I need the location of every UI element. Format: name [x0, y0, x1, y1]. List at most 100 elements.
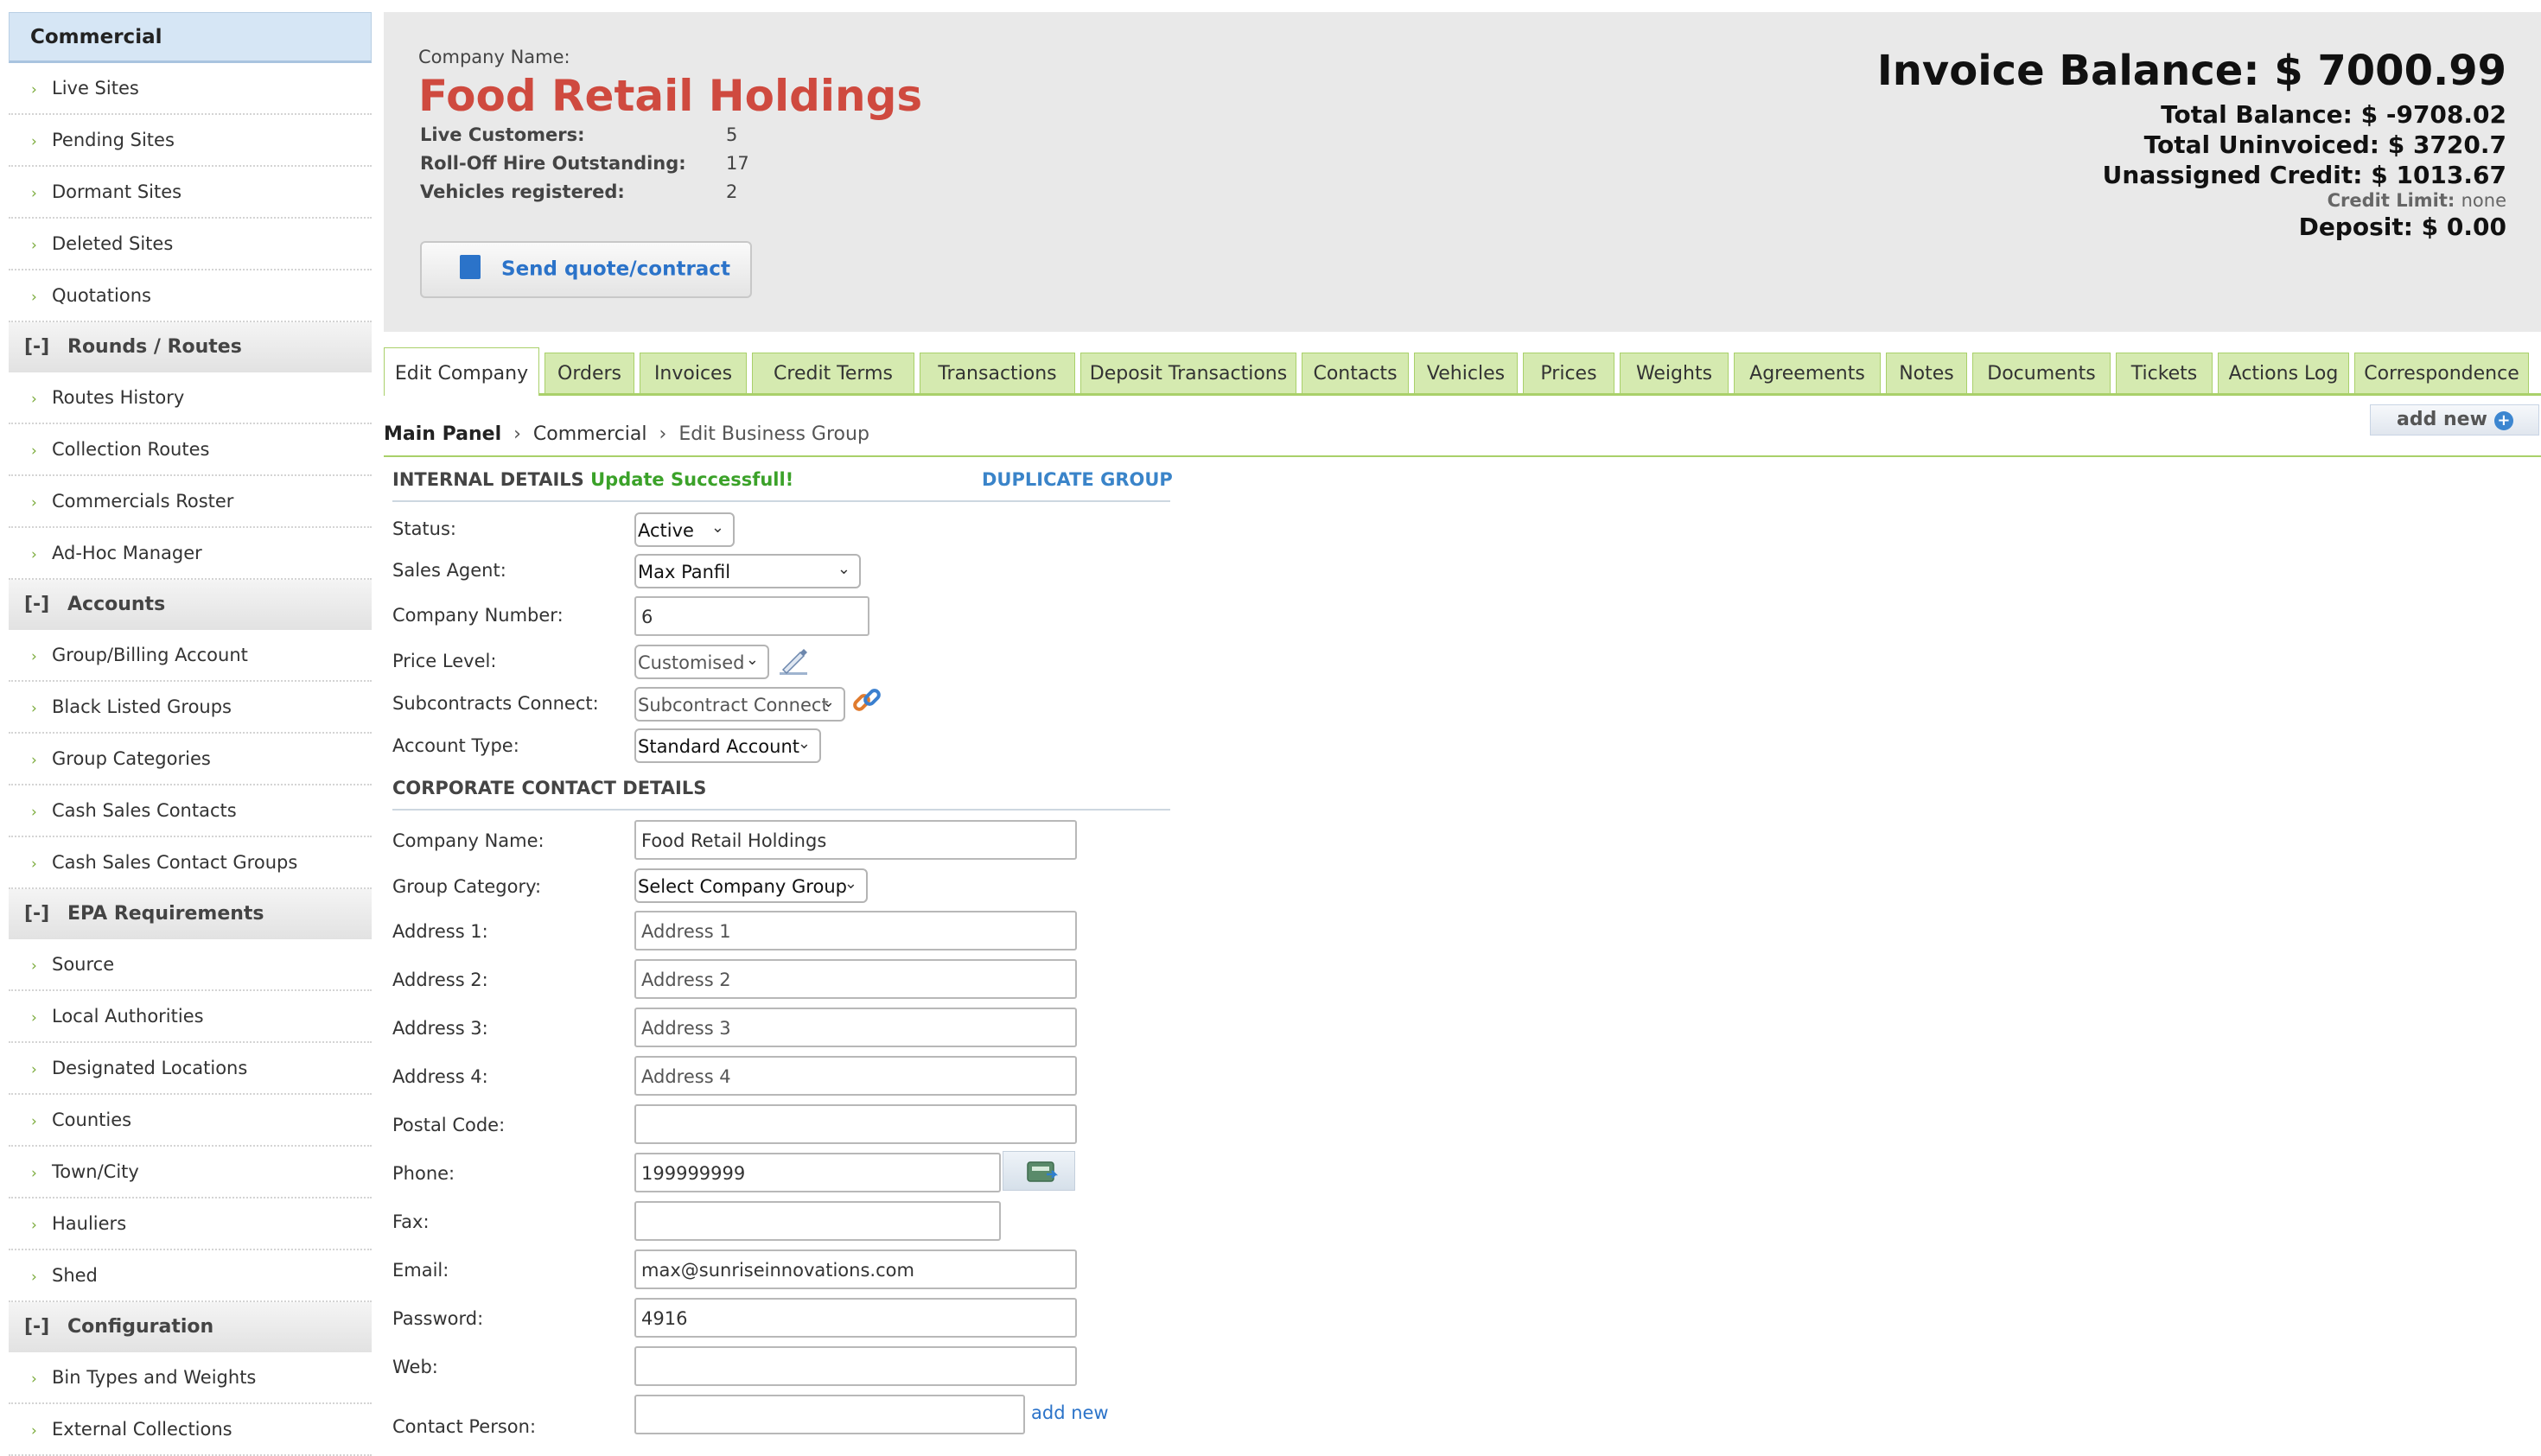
tab-correspondence[interactable]: Correspondence [2354, 353, 2529, 393]
subcontracts-value: Subcontract Connect [638, 695, 829, 715]
password-input[interactable]: 4916 [634, 1298, 1077, 1338]
tab-notes[interactable]: Notes [1886, 353, 1967, 393]
chevron-right-icon: › [31, 855, 37, 873]
sidebar-item-town-city[interactable]: › Town/City [9, 1147, 372, 1198]
breadcrumb-root[interactable]: Main Panel [384, 423, 501, 445]
tab-edit-company[interactable]: Edit Company [384, 347, 539, 396]
sidebar-item-live-sites[interactable]: › Live Sites [9, 63, 372, 115]
tab-tickets[interactable]: Tickets [2116, 353, 2213, 393]
account-type-select[interactable]: Standard Account ⌄ [634, 728, 821, 763]
tab-transactions[interactable]: Transactions [920, 353, 1075, 393]
phone-input[interactable]: 199999999 [634, 1153, 1001, 1192]
sidebar-section-configuration[interactable]: [-] Configuration [9, 1302, 372, 1352]
send-quote-button[interactable]: Send quote/contract [420, 241, 752, 298]
sidebar-item-dormant-sites[interactable]: › Dormant Sites [9, 167, 372, 219]
stat-label: Vehicles registered: [420, 181, 625, 202]
collapse-toggle[interactable]: [-] [24, 903, 67, 925]
tab-orders[interactable]: Orders [544, 353, 634, 393]
tab-credit-terms[interactable]: Credit Terms [752, 353, 914, 393]
corporate-contact-heading: CORPORATE CONTACT DETAILS [392, 778, 1170, 811]
link-chain-icon[interactable] [850, 684, 883, 717]
breadcrumb-commercial[interactable]: Commercial [533, 423, 647, 445]
chevron-right-icon: › [31, 133, 37, 150]
collapse-toggle[interactable]: [-] [24, 1316, 67, 1338]
tab-deposit-transactions[interactable]: Deposit Transactions [1080, 353, 1296, 393]
sidebar-item-routes-history[interactable]: › Routes History [9, 372, 372, 424]
sidebar-item-group-categories[interactable]: › Group Categories [9, 734, 372, 785]
collapse-toggle[interactable]: [-] [24, 336, 67, 358]
sidebar-section-title: Configuration [67, 1316, 214, 1338]
sidebar-item-cash-sales-contacts[interactable]: › Cash Sales Contacts [9, 785, 372, 837]
sidebar-section-rounds[interactable]: [-] Rounds / Routes [9, 322, 372, 372]
sidebar-item-local-authorities[interactable]: › Local Authorities [9, 991, 372, 1043]
sidebar-item-black-listed[interactable]: › Black Listed Groups [9, 682, 372, 734]
stat-label: Live Customers: [420, 124, 585, 145]
add-new-button[interactable]: add new + [2370, 404, 2539, 436]
company-header: Company Name: Food Retail Holdings Live … [384, 12, 2541, 332]
address1-label: Address 1: [392, 921, 488, 942]
sidebar-item-collection-routes[interactable]: › Collection Routes [9, 424, 372, 476]
chevron-down-icon: ⌄ [821, 693, 835, 711]
stat-roll-off: Roll-Off Hire Outstanding: 17 [420, 153, 749, 174]
tab-vehicles[interactable]: Vehicles [1414, 353, 1518, 393]
sidebar-item-group-billing[interactable]: › Group/Billing Account [9, 630, 372, 682]
fax-input[interactable] [634, 1201, 1001, 1241]
subcontracts-select[interactable]: Subcontract Connect ⌄ [634, 687, 845, 722]
price-level-select[interactable]: Customised ⌄ [634, 645, 769, 679]
tab-agreements[interactable]: Agreements [1734, 353, 1881, 393]
sidebar-item-pending-sites[interactable]: › Pending Sites [9, 115, 372, 167]
edit-pencil-icon[interactable] [778, 646, 809, 677]
contact-person-input[interactable] [634, 1395, 1025, 1434]
email-input[interactable]: max@sunriseinnovations.com [634, 1249, 1077, 1289]
web-label: Web: [392, 1357, 438, 1377]
tab-contacts[interactable]: Contacts [1302, 353, 1409, 393]
status-select[interactable]: Active ⌄ [634, 512, 735, 547]
chevron-right-icon: › [31, 1061, 37, 1078]
sidebar-item-external-collections[interactable]: › External Collections [9, 1404, 372, 1456]
duplicate-group-link[interactable]: DUPLICATE GROUP [982, 469, 1173, 490]
sidebar-section-accounts[interactable]: [-] Accounts [9, 580, 372, 630]
collapse-toggle[interactable]: [-] [24, 594, 67, 615]
sidebar-item-adhoc-manager[interactable]: › Ad-Hoc Manager [9, 528, 372, 580]
chevron-right-icon: › [31, 185, 37, 202]
sidebar-item-deleted-sites[interactable]: › Deleted Sites [9, 219, 372, 270]
sidebar-item-counties[interactable]: › Counties [9, 1095, 372, 1147]
credit-limit: Credit Limit: none [2328, 190, 2506, 211]
company-name-input[interactable]: Food Retail Holdings [634, 820, 1077, 860]
sidebar-item-hauliers[interactable]: › Hauliers [9, 1198, 372, 1250]
sidebar-item-designated-locations[interactable]: › Designated Locations [9, 1043, 372, 1095]
tab-documents[interactable]: Documents [1972, 353, 2111, 393]
tab-prices[interactable]: Prices [1523, 353, 1614, 393]
sidebar-item-label: Dormant Sites [52, 181, 182, 202]
phone-action-button[interactable] [1003, 1151, 1075, 1191]
document-send-icon [460, 255, 481, 279]
tab-invoices[interactable]: Invoices [640, 353, 747, 393]
tab-actions-log[interactable]: Actions Log [2218, 353, 2349, 393]
address3-input[interactable]: Address 3 [634, 1008, 1077, 1047]
add-contact-link[interactable]: add new [1031, 1402, 1109, 1423]
credit-limit-label: Credit Limit: [2327, 190, 2455, 211]
group-category-select[interactable]: Select Company Group ⌄ [634, 868, 868, 903]
sales-agent-select[interactable]: Max Panfil ⌄ [634, 554, 861, 588]
address4-input[interactable]: Address 4 [634, 1056, 1077, 1096]
sidebar-section-epa[interactable]: [-] EPA Requirements [9, 889, 372, 939]
sidebar-item-cash-sales-groups[interactable]: › Cash Sales Contact Groups [9, 837, 372, 889]
chevron-right-icon: › [31, 752, 37, 769]
stat-value: 5 [726, 124, 738, 145]
web-input[interactable] [634, 1346, 1077, 1386]
postal-code-input[interactable] [634, 1104, 1077, 1144]
tab-weights[interactable]: Weights [1620, 353, 1729, 393]
stat-live-customers: Live Customers: 5 [420, 124, 737, 145]
address2-input[interactable]: Address 2 [634, 959, 1077, 999]
sidebar-item-shed[interactable]: › Shed [9, 1250, 372, 1302]
sidebar-item-quotations[interactable]: › Quotations [9, 270, 372, 322]
sidebar-header[interactable]: Commercial [9, 12, 372, 63]
chevron-right-icon: › [31, 1009, 37, 1027]
chevron-down-icon: ⌄ [745, 651, 759, 669]
sidebar-item-bin-types[interactable]: › Bin Types and Weights [9, 1352, 372, 1404]
company-number-input[interactable]: 6 [634, 596, 869, 636]
sidebar-item-commercials-roster[interactable]: › Commercials Roster [9, 476, 372, 528]
sidebar-item-source[interactable]: › Source [9, 939, 372, 991]
address1-input[interactable]: Address 1 [634, 911, 1077, 951]
breadcrumb-separator: › [659, 423, 667, 445]
